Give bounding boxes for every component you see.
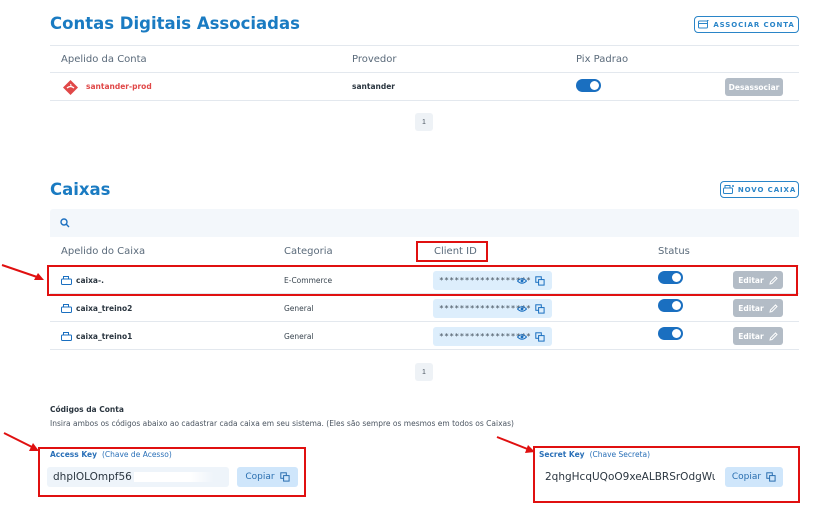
contas-header-row: Apelido da Conta Provedor Pix Padrao [50, 45, 799, 73]
codigos-description: Insira ambos os códigos abaixo ao cadast… [50, 419, 514, 428]
secret-key-highlight-box [533, 446, 800, 503]
caixas-search-bar[interactable] [50, 209, 799, 237]
caixa-name: caixa_treino2 [76, 304, 133, 313]
access-key-highlight-box [38, 447, 306, 497]
edit-label: Editar [738, 331, 764, 341]
provider-name: santander [352, 82, 396, 91]
register-icon [61, 304, 72, 313]
account-name: santander-prod [86, 82, 152, 91]
edit-button[interactable]: Editar [733, 299, 783, 317]
header-provedor: Provedor [352, 54, 397, 65]
register-icon [722, 185, 734, 194]
header-status: Status [658, 246, 690, 257]
search-icon [60, 218, 70, 228]
caixas-title: Caixas [50, 180, 111, 199]
table-row: santander-prod santander Desassociar [50, 73, 799, 101]
caixa-name: caixa_treino1 [76, 332, 133, 341]
client-id-highlight-box [416, 241, 488, 262]
arrow-secret-icon [496, 436, 535, 453]
new-caixa-label: NOVO CAIXA [737, 185, 797, 194]
pix-default-toggle[interactable] [576, 79, 601, 92]
pencil-icon [769, 303, 778, 313]
status-toggle[interactable] [658, 299, 683, 312]
copy-icon[interactable] [535, 303, 545, 314]
disassociate-button[interactable]: Desassociar [725, 78, 783, 96]
header-pix-padrao: Pix Padrao [576, 54, 629, 65]
santander-logo-icon [62, 79, 79, 96]
arrow-access-icon [3, 432, 39, 451]
status-toggle[interactable] [658, 327, 683, 340]
codigos-title: Códigos da Conta [50, 405, 124, 414]
caixas-page-1[interactable]: 1 [415, 363, 433, 381]
register-icon [61, 332, 72, 341]
new-caixa-button[interactable]: NOVO CAIXA [720, 181, 799, 198]
disassociate-label: Desassociar [728, 82, 780, 92]
card-icon [698, 20, 709, 29]
client-id-field: ****************** [433, 299, 552, 318]
header-apelido-caixa: Apelido do Caixa [61, 246, 146, 257]
arrow-row-icon [1, 264, 44, 280]
caixa-category: General [284, 332, 314, 341]
table-row: caixa_treino2 General ******************… [50, 294, 799, 322]
contas-title: Contas Digitais Associadas [50, 14, 300, 33]
row-highlight-box [47, 265, 798, 296]
caixa-category: General [284, 304, 314, 313]
associate-account-button[interactable]: ASSOCIAR CONTA [694, 16, 799, 33]
eye-icon[interactable] [517, 332, 527, 342]
header-categoria: Categoria [284, 246, 333, 257]
associate-account-label: ASSOCIAR CONTA [713, 20, 795, 29]
client-id-field: ****************** [433, 327, 552, 346]
edit-button[interactable]: Editar [733, 327, 783, 345]
pencil-icon [769, 331, 778, 341]
table-row: caixa_treino1 General ******************… [50, 322, 799, 350]
edit-label: Editar [738, 303, 764, 313]
header-apelido-conta: Apelido da Conta [61, 54, 147, 65]
contas-page-1[interactable]: 1 [415, 113, 433, 131]
eye-icon[interactable] [517, 304, 527, 314]
copy-icon[interactable] [535, 331, 545, 342]
